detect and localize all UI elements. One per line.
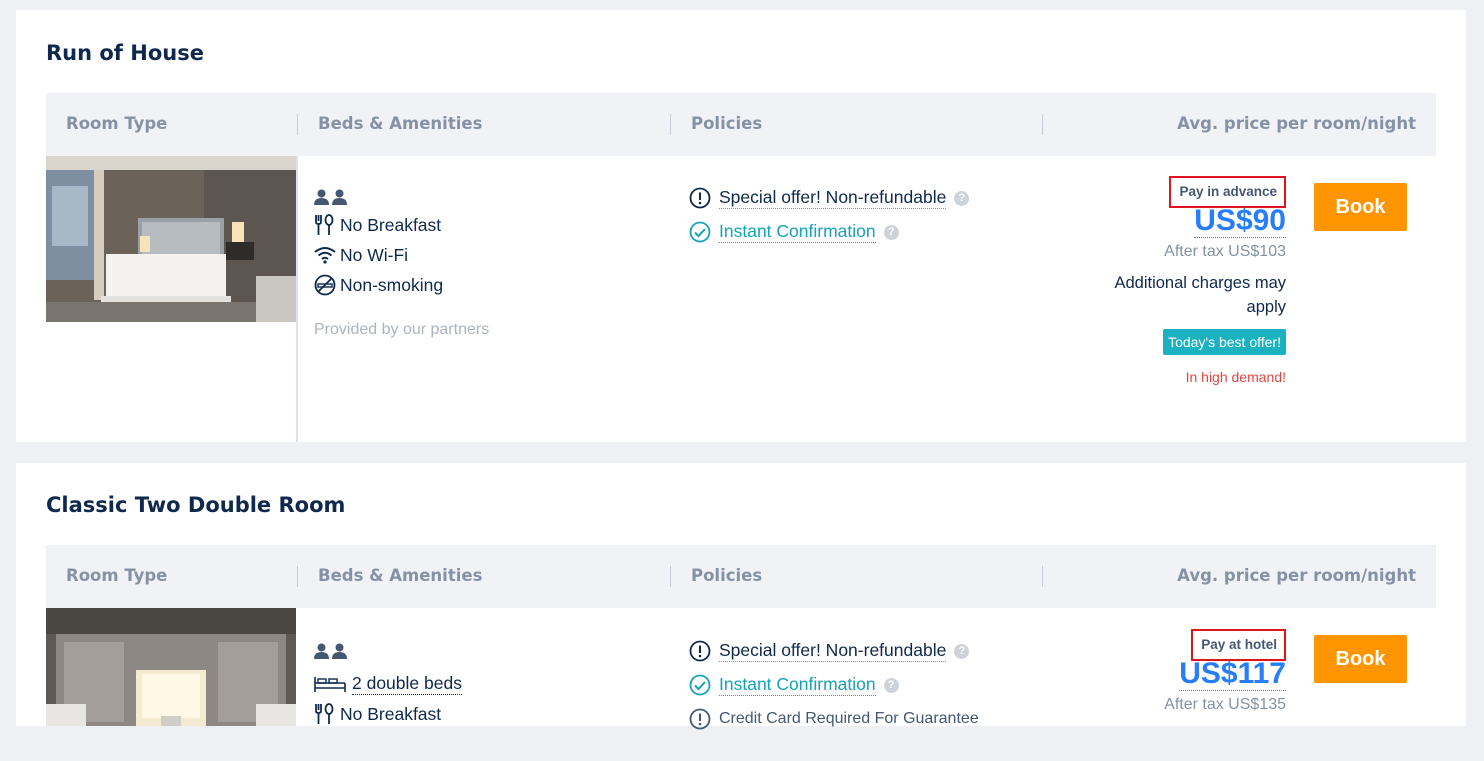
- question-icon[interactable]: ?: [883, 224, 899, 240]
- guest-capacity: [314, 184, 443, 210]
- person-icon: [314, 189, 329, 205]
- header-beds-amenities: Beds & Amenities: [318, 566, 483, 585]
- divider: [670, 566, 671, 587]
- table-header: Room Type Beds & Amenities Policies Avg.…: [46, 545, 1436, 608]
- header-room-type: Room Type: [66, 114, 168, 133]
- exclamation-circle-icon: [689, 187, 719, 209]
- book-button[interactable]: Book: [1314, 183, 1407, 231]
- amenity-label: No Breakfast: [340, 703, 442, 724]
- amenity-label: No Breakfast: [340, 214, 442, 235]
- beds-label[interactable]: 2 double beds: [352, 673, 462, 695]
- divider: [297, 114, 298, 135]
- question-icon[interactable]: ?: [954, 643, 970, 659]
- policy-label[interactable]: Special offer! Non-refundable: [719, 640, 947, 662]
- cutlery-icon: [314, 703, 340, 725]
- after-tax-price: After tax US$103: [1164, 243, 1286, 260]
- header-room-type: Room Type: [66, 566, 168, 585]
- no-smoking-icon: [314, 274, 340, 296]
- policy-label[interactable]: Special offer! Non-refundable: [719, 187, 947, 209]
- policy-nonrefundable[interactable]: Special offer! Non-refundable ?: [689, 181, 970, 215]
- price-value[interactable]: US$90: [1194, 204, 1286, 238]
- amenity-wifi: No Wi-Fi: [314, 240, 443, 270]
- room-title: Run of House: [46, 41, 204, 65]
- exclamation-circle-icon: [689, 708, 719, 730]
- price-amount[interactable]: US$117: [1164, 657, 1286, 691]
- divider: [1042, 566, 1043, 587]
- check-circle-icon: [689, 674, 719, 696]
- best-offer-badge: Today's best offer!: [1163, 329, 1286, 355]
- header-avg-price: Avg. price per room/night: [1177, 114, 1416, 133]
- room-title: Classic Two Double Room: [46, 493, 346, 517]
- person-icon: [332, 189, 347, 205]
- policy-instant-confirmation[interactable]: Instant Confirmation ?: [689, 668, 979, 702]
- question-icon[interactable]: ?: [883, 677, 899, 693]
- policies-list: Special offer! Non-refundable ? Instant …: [689, 181, 970, 249]
- room-card: Run of House Room Type Beds & Amenities …: [16, 10, 1466, 442]
- question-icon[interactable]: ?: [954, 190, 970, 206]
- room-photo[interactable]: [46, 156, 296, 322]
- amenity-label: Non-smoking: [340, 274, 444, 295]
- policy-nonrefundable[interactable]: Special offer! Non-refundable ?: [689, 634, 979, 668]
- amenity-breakfast: No Breakfast: [314, 699, 462, 729]
- room-card: Classic Two Double Room Room Type Beds &…: [16, 463, 1466, 730]
- table-header: Room Type Beds & Amenities Policies Avg.…: [46, 93, 1436, 156]
- after-tax-price: After tax US$135: [1164, 696, 1286, 713]
- amenity-smoking: Non-smoking: [314, 270, 443, 300]
- price-block: Pay in advance US$90 After tax US$103 Ad…: [1086, 176, 1286, 385]
- bed-icon: [314, 675, 352, 693]
- amenity-label: No Wi-Fi: [340, 244, 409, 265]
- policy-label: Credit Card Required For Guarantee: [719, 710, 979, 727]
- divider: [1042, 114, 1043, 135]
- amenities-list: 2 double beds No Breakfast: [314, 638, 462, 729]
- partners-note: Provided by our partners: [314, 321, 490, 338]
- policy-label[interactable]: Instant Confirmation: [719, 674, 876, 696]
- column-divider: [296, 156, 298, 442]
- person-icon: [314, 643, 329, 659]
- policy-label[interactable]: Instant Confirmation: [719, 221, 876, 243]
- divider: [670, 114, 671, 135]
- policy-instant-confirmation[interactable]: Instant Confirmation ?: [689, 215, 969, 249]
- amenity-beds[interactable]: 2 double beds: [314, 669, 462, 699]
- room-photo[interactable]: [46, 608, 296, 726]
- amenity-breakfast: No Breakfast: [314, 210, 443, 240]
- amenities-list: No Breakfast No Wi-Fi Non-smoking: [314, 184, 443, 300]
- cutlery-icon: [314, 214, 340, 236]
- check-circle-icon: [689, 221, 719, 243]
- divider: [297, 566, 298, 587]
- header-policies: Policies: [691, 114, 763, 133]
- book-button[interactable]: Book: [1314, 635, 1407, 683]
- policies-list: Special offer! Non-refundable ? Instant …: [689, 634, 979, 736]
- additional-charges-note: Additional charges may apply: [1114, 274, 1286, 316]
- header-beds-amenities: Beds & Amenities: [318, 114, 483, 133]
- exclamation-circle-icon: [689, 640, 719, 662]
- guest-capacity: [314, 638, 462, 664]
- price-value[interactable]: US$117: [1179, 657, 1286, 691]
- person-icon: [332, 643, 347, 659]
- high-demand-note: In high demand!: [1185, 369, 1286, 385]
- price-amount[interactable]: US$90: [1086, 204, 1286, 238]
- wifi-icon: [314, 246, 340, 264]
- header-avg-price: Avg. price per room/night: [1177, 566, 1416, 585]
- policy-credit-card: Credit Card Required For Guarantee: [689, 702, 979, 736]
- price-block: Pay at hotel US$117 After tax US$135: [1164, 629, 1286, 714]
- header-policies: Policies: [691, 566, 763, 585]
